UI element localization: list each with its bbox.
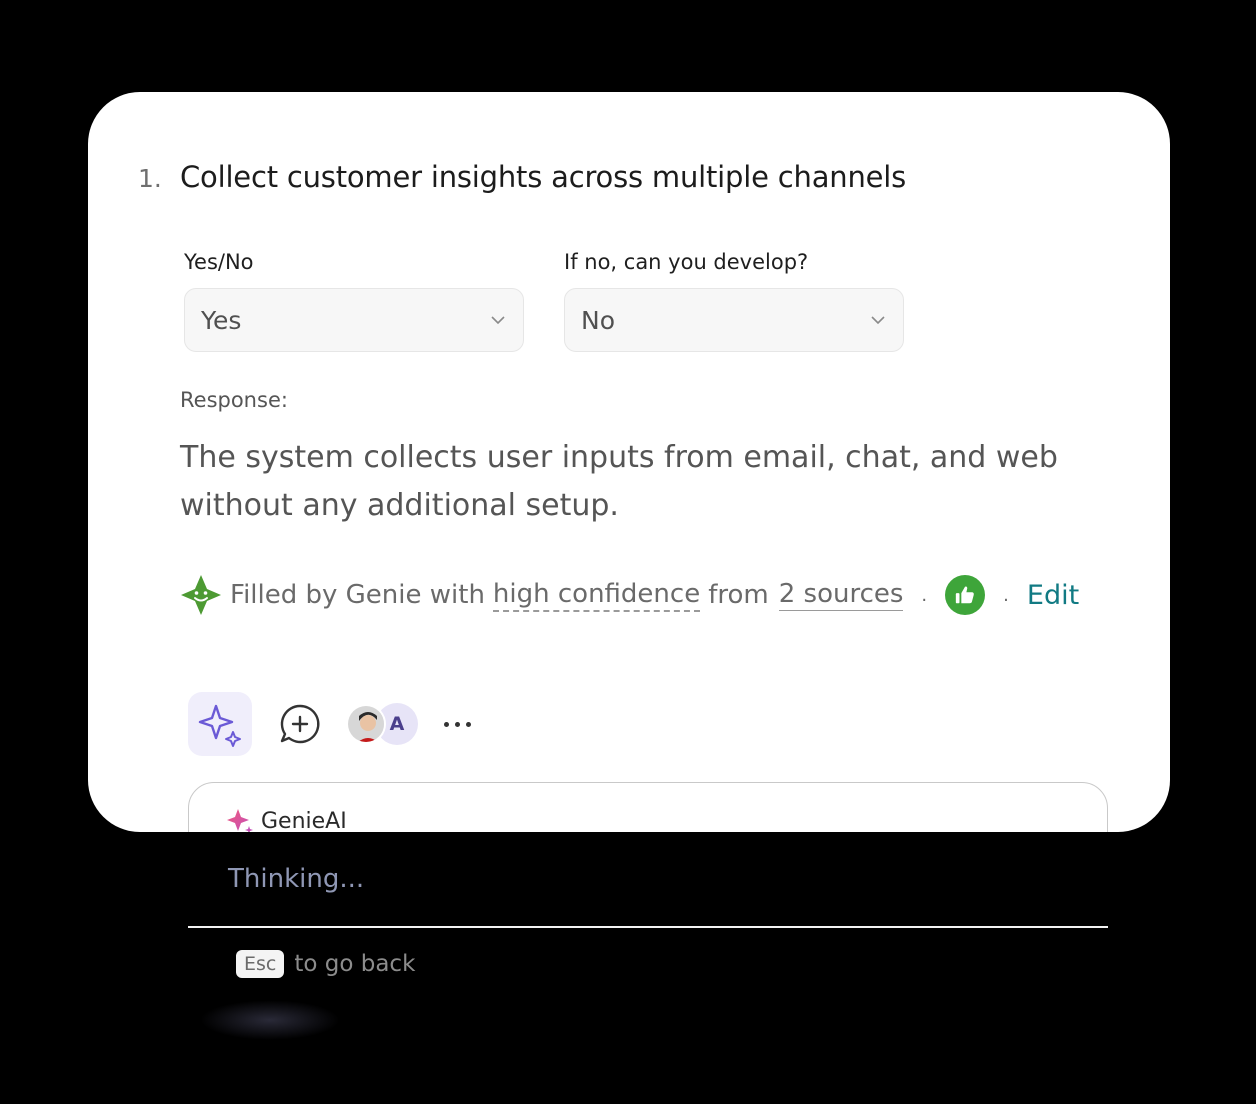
genie-sparkle-icon xyxy=(227,809,253,832)
develop-value: No xyxy=(581,305,615,335)
divider xyxy=(188,926,1108,928)
edit-link[interactable]: Edit xyxy=(1027,580,1079,611)
genie-panel: GenieAI xyxy=(188,782,1108,832)
question-card: 1. Collect customer insights across mult… xyxy=(88,92,1170,832)
thumbs-up-button[interactable] xyxy=(945,575,986,615)
response-label: Response: xyxy=(180,388,288,412)
action-toolbar: A xyxy=(188,692,471,756)
develop-label: If no, can you develop? xyxy=(564,250,809,274)
yes-no-label: Yes/No xyxy=(184,250,254,274)
separator-dot: . xyxy=(1003,584,1009,606)
question-number: 1. xyxy=(138,164,162,193)
dot-icon xyxy=(466,721,471,727)
avatar[interactable] xyxy=(346,704,386,744)
sparkle-icon xyxy=(198,704,241,747)
ai-sparkle-button[interactable] xyxy=(188,692,252,756)
thumbs-up-icon xyxy=(955,586,974,604)
filled-by-row: Filled by Genie with high confidence fro… xyxy=(180,574,1079,616)
sources-link[interactable]: 2 sources xyxy=(778,579,904,611)
esc-hint-text: to go back xyxy=(294,951,416,977)
chevron-down-icon xyxy=(489,311,507,329)
filled-prefix: Filled by Genie with xyxy=(230,580,485,610)
thinking-status: Thinking... xyxy=(228,864,365,894)
genie-logo-icon xyxy=(180,574,222,616)
confidence-link[interactable]: high confidence xyxy=(492,579,701,612)
from-text: from xyxy=(708,580,769,610)
genie-header: GenieAI xyxy=(227,807,347,832)
more-options-button[interactable] xyxy=(444,721,471,727)
question-title: Collect customer insights across multipl… xyxy=(180,160,907,194)
esc-key[interactable]: Esc xyxy=(236,950,285,978)
separator-dot: . xyxy=(921,584,928,606)
develop-select[interactable]: No xyxy=(564,288,904,352)
comment-plus-icon xyxy=(280,704,320,744)
yes-no-select[interactable]: Yes xyxy=(184,288,524,352)
chevron-down-icon xyxy=(869,311,887,329)
yes-no-value: Yes xyxy=(201,305,242,335)
response-text: The system collects user inputs from ema… xyxy=(180,440,1058,523)
esc-hint-row: Esc to go back xyxy=(236,950,415,978)
dot-icon xyxy=(455,721,460,727)
genie-name: GenieAI xyxy=(261,808,347,833)
dot-icon xyxy=(444,721,449,727)
question-header: 1. Collect customer insights across mult… xyxy=(138,160,906,194)
decorative-glow xyxy=(200,1000,340,1040)
add-comment-button[interactable] xyxy=(276,700,324,748)
collaborator-avatars[interactable]: A xyxy=(346,703,418,745)
